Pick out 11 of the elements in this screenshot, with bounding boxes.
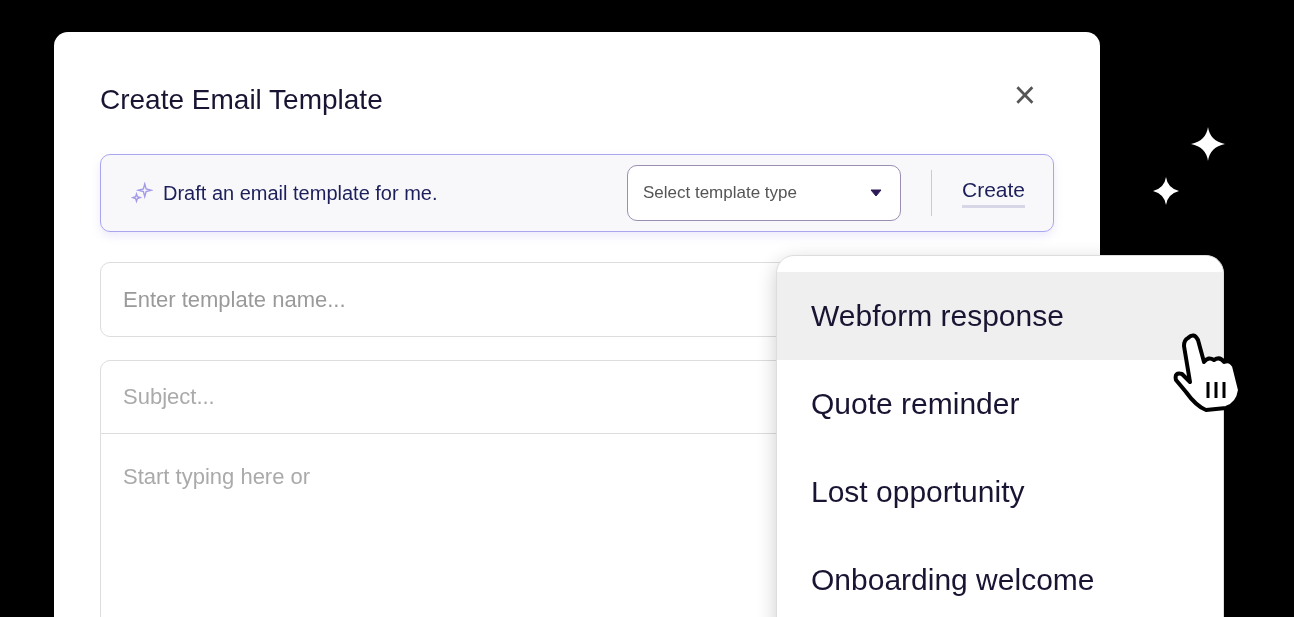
- menu-item[interactable]: Lost opportunity: [777, 448, 1223, 536]
- menu-item[interactable]: Onboarding welcome: [777, 536, 1223, 617]
- template-type-select[interactable]: Select template type: [626, 165, 901, 221]
- menu-item[interactable]: Webform response: [777, 272, 1223, 360]
- close-button[interactable]: ×: [1013, 76, 1054, 114]
- draft-prompt: Draft an email template for me.: [163, 181, 439, 205]
- dialog-title: Create Email Template: [100, 84, 383, 116]
- menu-item[interactable]: Quote reminder: [777, 360, 1223, 448]
- sparkle-icon: [131, 182, 153, 204]
- caret-icon: [869, 189, 882, 197]
- create-button[interactable]: Create: [961, 178, 1025, 208]
